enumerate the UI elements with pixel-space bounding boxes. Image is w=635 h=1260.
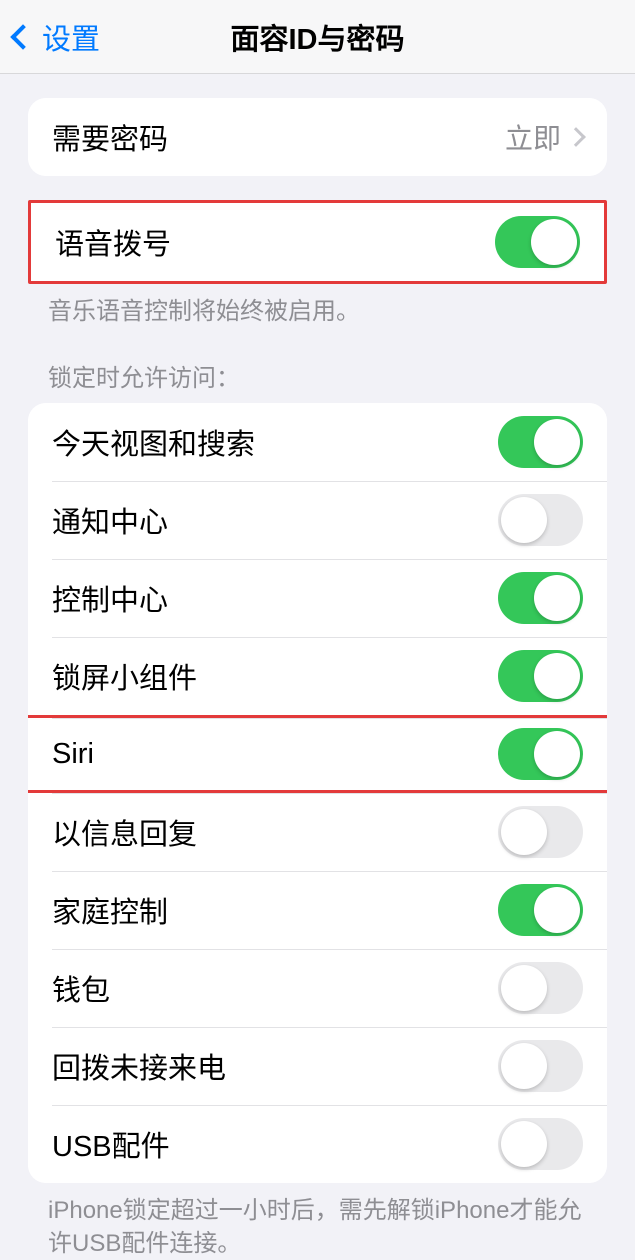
locked-access-footer: iPhone锁定超过一小时后，需先解锁iPhone才能允许USB配件连接。 bbox=[0, 1183, 635, 1260]
toggle-knob bbox=[534, 419, 580, 465]
locked-access-toggle[interactable] bbox=[498, 806, 583, 858]
voice-dial-label: 语音拨号 bbox=[55, 221, 495, 263]
locked-access-toggle[interactable] bbox=[498, 572, 583, 624]
locked-access-toggle[interactable] bbox=[498, 650, 583, 702]
page-title: 面容ID与密码 bbox=[230, 16, 404, 58]
locked-access-row: 回拨未接来电 bbox=[28, 1027, 607, 1105]
toggle-knob bbox=[501, 965, 547, 1011]
voice-dial-row: 语音拨号 bbox=[31, 203, 604, 281]
locked-access-toggle[interactable] bbox=[498, 728, 583, 780]
require-passcode-value: 立即 bbox=[505, 117, 561, 157]
toggle-knob bbox=[531, 219, 577, 265]
toggle-knob bbox=[501, 809, 547, 855]
chevron-right-icon bbox=[566, 127, 586, 147]
locked-access-label: 锁屏小组件 bbox=[52, 655, 498, 697]
locked-access-row: 以信息回复 bbox=[28, 793, 607, 871]
locked-access-toggle[interactable] bbox=[498, 884, 583, 936]
locked-access-row: 今天视图和搜索 bbox=[28, 403, 607, 481]
locked-access-label: 通知中心 bbox=[52, 499, 498, 541]
locked-access-row: 控制中心 bbox=[28, 559, 607, 637]
locked-access-label: USB配件 bbox=[52, 1123, 498, 1165]
voice-dial-group: 语音拨号 bbox=[28, 200, 607, 284]
back-button[interactable]: 设置 bbox=[0, 16, 100, 58]
locked-access-toggle[interactable] bbox=[498, 1040, 583, 1092]
toggle-knob bbox=[534, 653, 580, 699]
require-passcode-label: 需要密码 bbox=[52, 116, 505, 158]
toggle-knob bbox=[534, 887, 580, 933]
locked-access-label: 控制中心 bbox=[52, 577, 498, 619]
toggle-knob bbox=[501, 497, 547, 543]
toggle-knob bbox=[501, 1043, 547, 1089]
locked-access-group: 今天视图和搜索通知中心控制中心锁屏小组件 Siri 以信息回复家庭控制钱包回拨未接来… bbox=[28, 403, 607, 1183]
locked-access-row: 锁屏小组件 bbox=[28, 637, 607, 715]
locked-access-toggle[interactable] bbox=[498, 416, 583, 468]
locked-access-label: 家庭控制 bbox=[52, 889, 498, 931]
locked-access-row: 家庭控制 bbox=[28, 871, 607, 949]
locked-access-label: 钱包 bbox=[52, 967, 498, 1009]
voice-dial-footer: 音乐语音控制将始终被启用。 bbox=[0, 284, 635, 328]
locked-access-toggle[interactable] bbox=[498, 494, 583, 546]
require-passcode-group: 需要密码 立即 bbox=[28, 98, 607, 176]
toggle-knob bbox=[534, 731, 580, 777]
toggle-knob bbox=[534, 575, 580, 621]
locked-access-row: Siri bbox=[28, 715, 607, 793]
require-passcode-row[interactable]: 需要密码 立即 bbox=[28, 98, 607, 176]
voice-dial-toggle[interactable] bbox=[495, 216, 580, 268]
locked-access-label: 今天视图和搜索 bbox=[52, 421, 498, 463]
locked-access-row: 钱包 bbox=[28, 949, 607, 1027]
locked-access-toggle[interactable] bbox=[498, 962, 583, 1014]
chevron-left-icon bbox=[10, 24, 35, 49]
toggle-knob bbox=[501, 1121, 547, 1167]
locked-access-label: Siri bbox=[52, 738, 498, 771]
locked-access-row: USB配件 bbox=[28, 1105, 607, 1183]
back-label: 设置 bbox=[42, 16, 100, 58]
locked-access-label: 回拨未接来电 bbox=[52, 1045, 498, 1087]
nav-bar: 设置 面容ID与密码 bbox=[0, 0, 635, 74]
locked-access-label: 以信息回复 bbox=[52, 811, 498, 853]
locked-access-row: 通知中心 bbox=[28, 481, 607, 559]
locked-access-toggle[interactable] bbox=[498, 1118, 583, 1170]
locked-access-header: 锁定时允许访问： bbox=[0, 328, 635, 403]
